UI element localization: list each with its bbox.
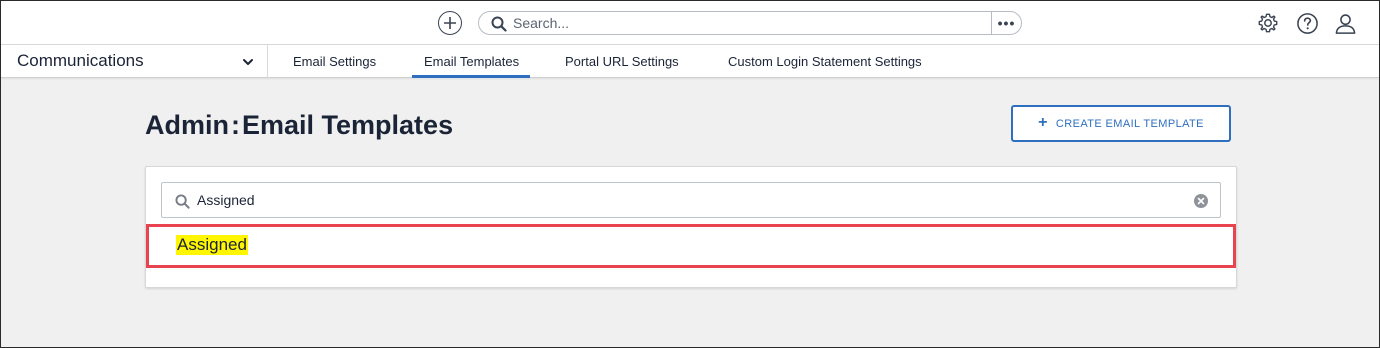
add-circle-icon [444,17,456,29]
tab-custom-login-statement-settings[interactable]: Custom Login Statement Settings [728,45,922,78]
search-result-label: Assigned [176,235,248,255]
template-search[interactable] [161,182,1221,218]
page-title: Admin:Email Templates [145,110,453,141]
add-button[interactable] [438,11,462,35]
help-icon [1296,12,1318,34]
search-icon [175,194,190,209]
close-icon [1197,197,1205,205]
tab-email-templates[interactable]: Email Templates [411,45,531,78]
page-title-main: Email Templates [242,110,454,140]
create-email-template-button[interactable]: + CREATE EMAIL TEMPLATE [1011,105,1231,142]
app-selector[interactable]: Communications [0,45,268,78]
create-email-template-label: CREATE EMAIL TEMPLATE [1055,117,1204,130]
settings-button[interactable] [1256,11,1280,35]
help-button[interactable] [1295,11,1319,35]
top-bar: ••• [0,0,1380,45]
page-title-prefix: Admin [145,110,229,140]
user-profile-icon [1335,13,1355,34]
search-options-button[interactable]: ••• [991,12,1021,34]
sub-navigation: Communications Email Settings Email Temp… [0,45,1380,78]
app-selector-label: Communications [17,51,144,70]
search-result-item[interactable]: Assigned [146,224,1236,268]
page-title-separator: : [231,110,240,140]
plus-icon: + [1038,113,1048,131]
settings-gear-icon [1258,13,1278,33]
clear-search-button[interactable] [1194,194,1208,208]
tab-email-settings[interactable]: Email Settings [293,45,376,78]
chevron-down-icon [243,59,253,65]
global-search-input[interactable] [513,14,983,32]
tab-portal-url-settings[interactable]: Portal URL Settings [565,45,679,78]
search-icon [491,16,507,32]
template-search-card: Assigned [145,166,1237,288]
user-profile-button[interactable] [1333,11,1357,35]
template-search-input[interactable] [197,191,1177,209]
global-search[interactable]: ••• [478,11,1022,35]
